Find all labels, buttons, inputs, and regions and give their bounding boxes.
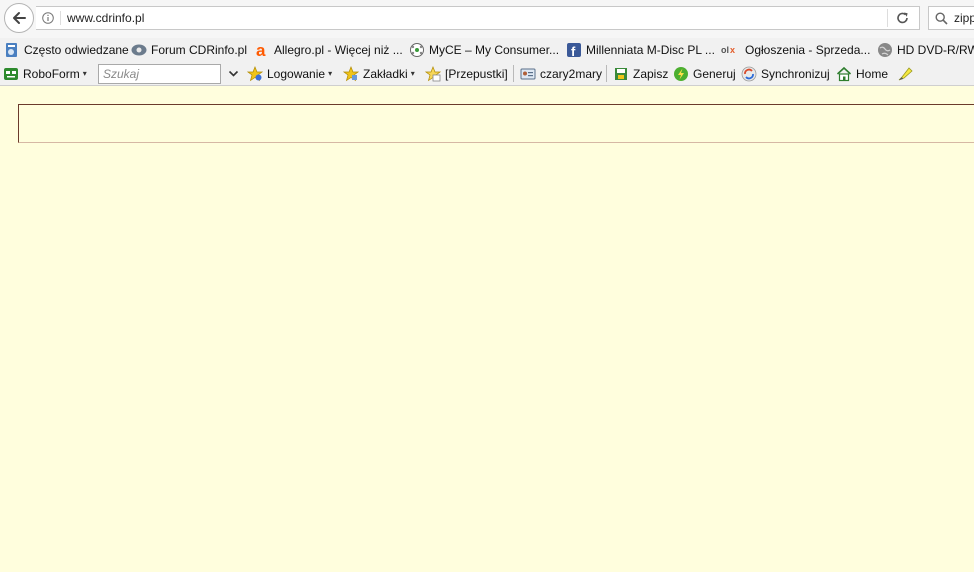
star-login-icon [247,65,263,82]
roboform-logowanie-button[interactable]: Logowanie ▾ [247,65,332,82]
bookmark-label: MyCE – My Consumer... [429,43,560,57]
home-label: Home [856,66,889,81]
svg-text:f: f [571,44,576,58]
roboform-przepustki-button[interactable]: [Przepustki] [425,65,508,82]
star-passes-icon [425,65,441,82]
highlighter-icon [897,66,913,82]
dropdown-caret-icon: ▾ [410,69,415,78]
save-icon [613,66,629,82]
bookmark-millenniata[interactable]: f Millenniata M-Disc PL ... [566,42,715,58]
roboform-home-button[interactable]: Home [836,65,888,82]
bookmark-allegro[interactable]: a Allegro.pl - Więcej niż ... [254,42,403,58]
url-separator [60,11,61,25]
address-bar[interactable]: www.cdrinfo.pl [36,6,920,30]
myce-icon [409,42,425,58]
page-content-frame [18,104,974,143]
roboform-zakladki-button[interactable]: Zakładki ▾ [343,65,415,82]
bookmark-myce[interactable]: MyCE – My Consumer... [409,42,559,58]
bookmark-label: Forum CDRinfo.pl [151,43,248,57]
chevron-down-icon [228,70,239,77]
reload-separator [887,9,888,27]
roboform-zapisz-button[interactable]: Zapisz [613,65,668,82]
zakladki-label: Zakładki [363,66,408,81]
roboform-synchronizuj-button[interactable]: Synchronizuj [741,65,830,82]
bookmark-label: Ogłoszenia - Sprzeda... [745,43,871,57]
back-button[interactable] [4,3,34,33]
roboform-toolbar: RoboForm ▾ Logowanie ▾ Zakładki ▾ [Prz [0,62,974,86]
search-text[interactable]: zipp [954,11,974,25]
bookmark-czesto-odwiedzane[interactable]: Często odwiedzane [4,42,129,58]
bookmark-hd-dvd[interactable]: HD DVD-R/RW [877,42,974,58]
info-icon[interactable] [42,12,54,24]
roboform-identity-button[interactable]: czary2mary [520,65,602,82]
navigation-bar: www.cdrinfo.pl zipp [0,0,974,38]
home-icon [836,66,852,82]
globe-icon [877,42,893,58]
search-bar[interactable]: zipp [928,6,974,30]
roboform-highlight-button[interactable] [897,65,917,82]
svg-text:ol: ol [721,45,729,55]
identity-card-icon [520,66,536,82]
bookmark-label: Allegro.pl - Więcej niż ... [274,43,403,57]
identity-label: czary2mary [540,66,603,81]
browser-chrome: www.cdrinfo.pl zipp Często odwiedzane Fo… [0,0,974,86]
bookmark-ogloszenia[interactable]: ol x Ogłoszenia - Sprzeda... [721,42,870,58]
roboform-menu-label: RoboForm [23,66,80,81]
cdrinfo-icon [131,42,147,58]
sync-icon [741,66,757,82]
url-text[interactable]: www.cdrinfo.pl [67,11,144,25]
roboform-search-dropdown[interactable] [228,65,239,82]
svg-text:a: a [256,42,266,58]
przepustki-label: [Przepustki] [445,66,508,81]
toolbar-separator [513,65,514,82]
svg-text:x: x [730,45,735,55]
dropdown-caret-icon: ▾ [82,69,87,78]
star-bookmarks-icon [343,65,359,82]
olx-icon: ol x [721,42,741,58]
bookmark-forum-cdrinfo[interactable]: Forum CDRinfo.pl [131,42,247,58]
allegro-icon: a [254,42,270,58]
facebook-icon: f [566,42,582,58]
toolbar-separator [606,65,607,82]
generuj-label: Generuj [693,66,736,81]
search-icon [935,12,948,25]
roboform-generuj-button[interactable]: Generuj [673,65,736,82]
reload-icon[interactable] [894,10,912,26]
roboform-menu-button[interactable]: RoboForm ▾ [3,65,87,82]
back-arrow-icon [13,12,26,24]
generate-icon [673,66,689,82]
bookmark-label: Często odwiedzane [24,43,129,57]
dropdown-caret-icon: ▾ [328,69,333,78]
bookmarks-folder-icon [4,42,20,58]
synchronizuj-label: Synchronizuj [761,66,830,81]
roboform-icon [3,66,19,82]
bookmark-label: HD DVD-R/RW [897,43,974,57]
logowanie-label: Logowanie [267,66,326,81]
bookmarks-toolbar: Często odwiedzane Forum CDRinfo.pl a All… [0,38,974,62]
zapisz-label: Zapisz [633,66,669,81]
bookmark-label: Millenniata M-Disc PL ... [586,43,715,57]
roboform-search-input[interactable] [98,64,221,84]
